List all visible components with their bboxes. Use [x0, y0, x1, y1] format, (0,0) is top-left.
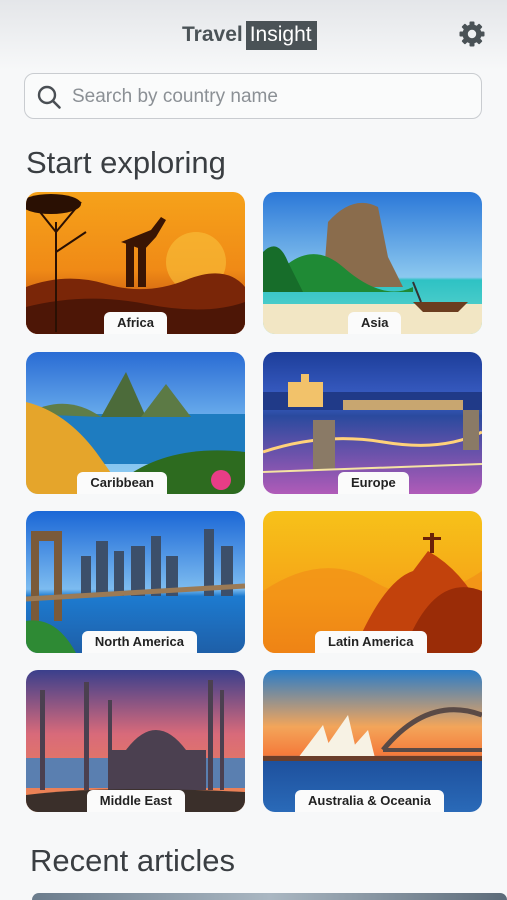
search-icon	[37, 85, 61, 109]
app-logo: Travel Insight	[182, 20, 317, 50]
region-label: Europe	[338, 472, 409, 494]
region-label: Australia & Oceania	[295, 790, 444, 812]
region-label: Asia	[348, 312, 402, 334]
region-card-asia[interactable]: Asia	[263, 192, 482, 334]
region-card-latin-america[interactable]: Latin America	[263, 511, 482, 653]
gear-icon[interactable]	[457, 19, 487, 49]
region-label: Middle East	[86, 790, 185, 812]
search-input[interactable]	[70, 82, 464, 112]
logo-text-insight: Insight	[245, 20, 317, 50]
region-card-europe[interactable]: Europe	[263, 352, 482, 494]
region-card-caribbean[interactable]: Caribbean	[26, 352, 245, 494]
article-card[interactable]	[32, 893, 507, 900]
region-card-north-america[interactable]: North America	[26, 511, 245, 653]
region-card-middle-east[interactable]: Middle East	[26, 670, 245, 812]
section-title-articles: Recent articles	[30, 843, 236, 878]
region-label: Caribbean	[77, 472, 167, 494]
section-title-explore: Start exploring	[26, 145, 226, 180]
region-label: North America	[81, 631, 197, 653]
region-card-australia-oceania[interactable]: Australia & Oceania	[263, 670, 482, 812]
region-label: Latin America	[315, 631, 427, 653]
region-label: Africa	[104, 312, 167, 334]
region-card-africa[interactable]: Africa	[26, 192, 245, 334]
search-bar[interactable]	[24, 73, 482, 119]
logo-text-travel: Travel	[182, 23, 243, 46]
